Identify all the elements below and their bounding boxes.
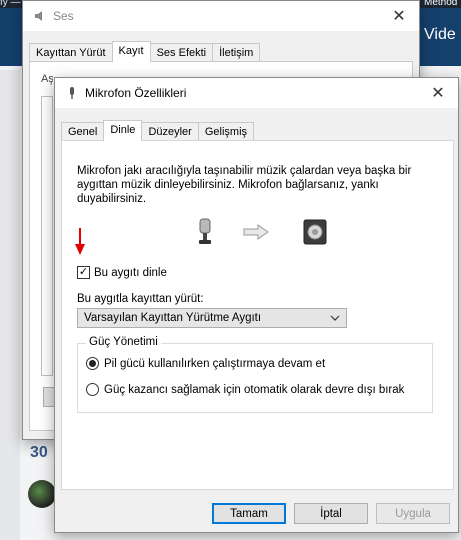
mic-titlebar[interactable]: Mikrofon Özellikleri ✕ — [55, 78, 458, 108]
listen-description: Mikrofon jakı aracılığıyla taşınabilir m… — [77, 165, 412, 205]
page-number-fragment: 30 — [30, 444, 48, 461]
close-icon[interactable]: ✕ — [418, 78, 458, 108]
playback-device-label: Bu aygıtla kayıttan yürüt: — [77, 293, 204, 305]
sound-window-title: Ses — [53, 9, 74, 23]
listen-checkbox-row[interactable]: ✓ Bu aygıtı dinle — [77, 266, 167, 279]
tab-general[interactable]: Genel — [61, 122, 105, 140]
playback-device-value: Varsayılan Kayıttan Yürütme Aygıtı — [84, 312, 262, 324]
radio-auto-disable-label: Güç kazancı sağlamak için otomatik olara… — [104, 383, 405, 396]
microphone-properties-window: Mikrofon Özellikleri ✕ Genel Dinle Düzey… — [54, 77, 459, 533]
radio-auto-disable[interactable] — [86, 383, 99, 396]
mic-tabs: Genel Dinle Düzeyler Gelişmiş — [55, 118, 458, 141]
microphone-icon — [70, 87, 74, 99]
tab-recording[interactable]: Kayıt — [111, 41, 151, 62]
annotation-arrow-icon — [75, 228, 85, 255]
power-option-auto-disable[interactable]: Güç kazancı sağlamak için otomatik olara… — [86, 383, 404, 396]
close-icon[interactable]: ✕ — [379, 1, 419, 31]
playback-device-select[interactable]: Varsayılan Kayıttan Yürütme Aygıtı — [77, 308, 347, 328]
tab-levels[interactable]: Düzeyler — [141, 122, 199, 140]
sound-tabs: Kayıttan Yürüt Kayıt Ses Efekti İletişim — [23, 39, 419, 62]
power-management-group: Güç Yönetimi Pil gücü kullanılırken çalı… — [77, 336, 433, 413]
tab-communications[interactable]: İletişim — [212, 43, 261, 61]
listen-illustration — [195, 218, 335, 248]
mic-window-title: Mikrofon Özellikleri — [85, 86, 187, 100]
power-management-title: Güç Yönetimi — [86, 336, 161, 348]
ok-button[interactable]: Tamam — [212, 503, 286, 524]
arrow-right-icon — [243, 224, 269, 240]
browser-header-link[interactable]: Vide — [424, 26, 456, 44]
apply-button[interactable]: Uygula — [376, 503, 450, 524]
speaker-icon — [35, 11, 42, 21]
chevron-down-icon — [330, 315, 340, 321]
speaker-device-icon — [303, 219, 327, 245]
listen-checkbox-label: Bu aygıtı dinle — [94, 266, 167, 279]
tab-sound-effects[interactable]: Ses Efekti — [149, 43, 214, 61]
radio-keep-running-label: Pil gücü kullanılırken çalıştırmaya deva… — [104, 357, 326, 370]
power-option-keep-running[interactable]: Pil gücü kullanılırken çalıştırmaya deva… — [86, 357, 325, 370]
browser-sidebar — [0, 70, 20, 540]
sound-titlebar[interactable]: Ses ✕ — [23, 1, 419, 31]
tab-listen[interactable]: Dinle — [103, 120, 143, 141]
browser-tab-label[interactable]: Method — [424, 0, 457, 8]
listen-checkbox[interactable]: ✓ — [77, 266, 90, 279]
tab-advanced[interactable]: Gelişmiş — [197, 122, 255, 140]
recording-device-list[interactable] — [41, 96, 53, 376]
microphone-icon — [199, 218, 211, 244]
avatar — [28, 480, 56, 508]
radio-keep-running[interactable] — [86, 357, 99, 370]
tab-playback[interactable]: Kayıttan Yürüt — [29, 43, 113, 61]
device-list-hint: Aşağıdan değiştirmek istediğiniz kayıt a… — [41, 73, 53, 85]
cancel-button[interactable]: İptal — [294, 503, 368, 524]
